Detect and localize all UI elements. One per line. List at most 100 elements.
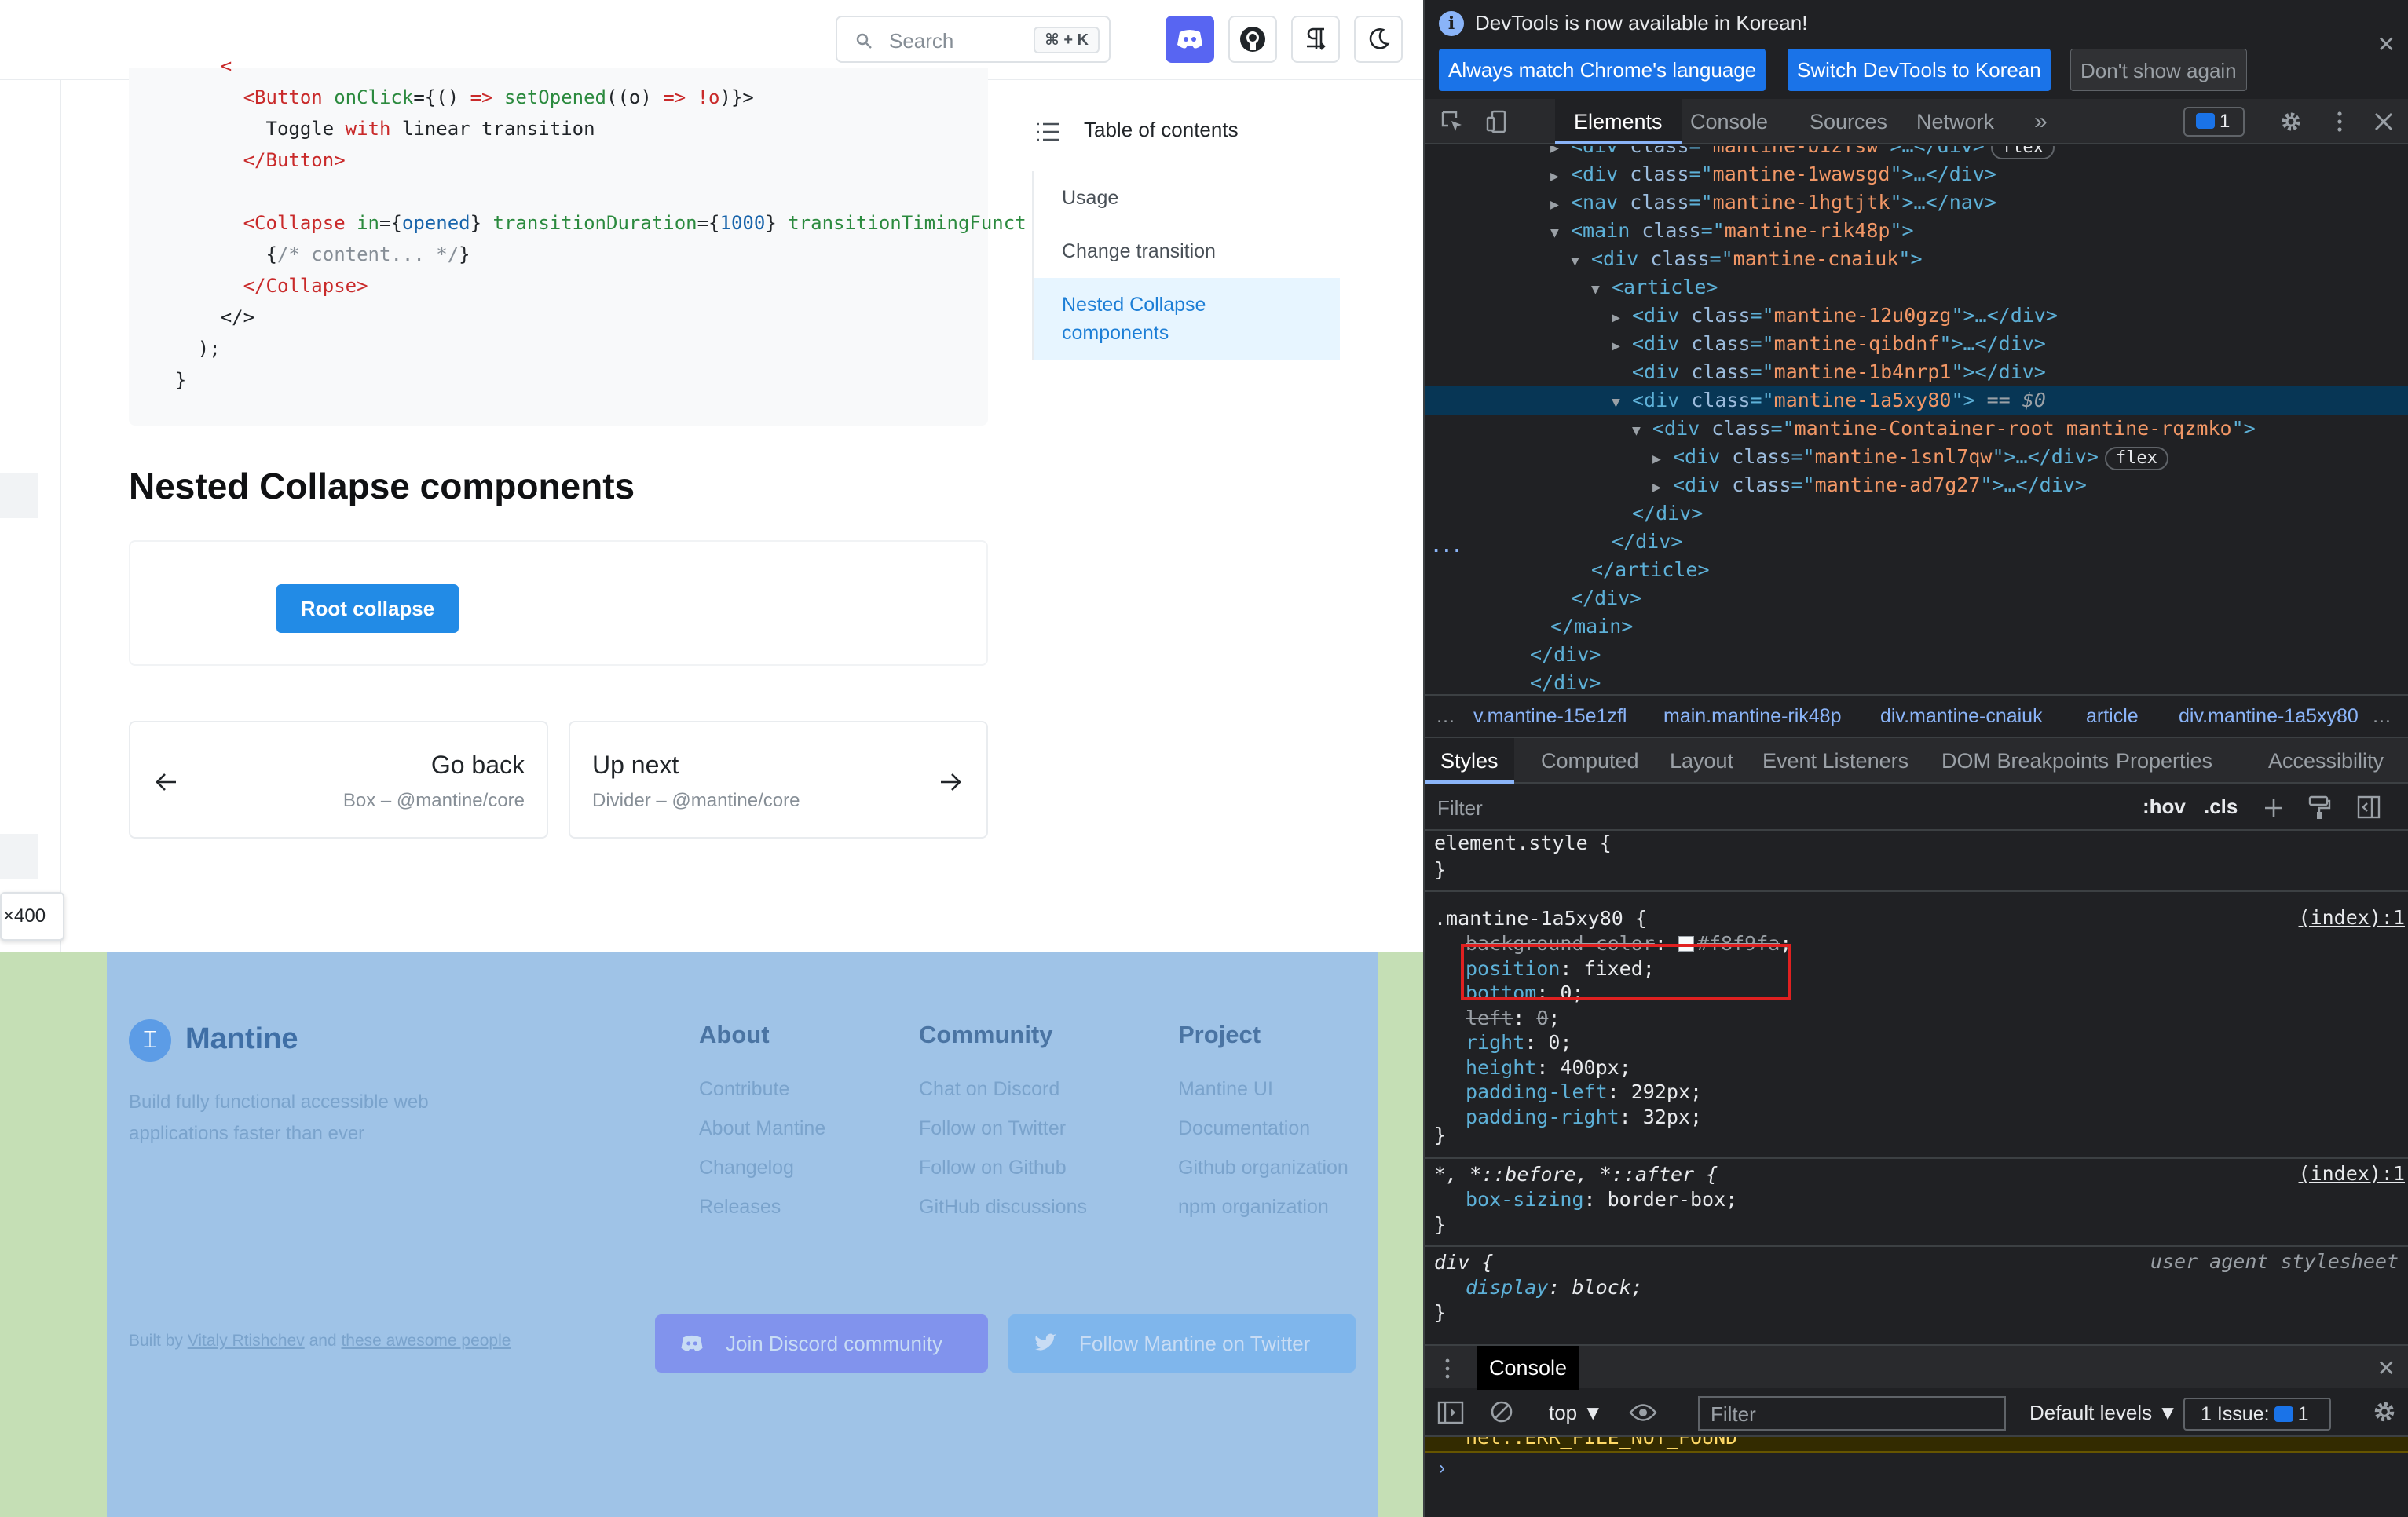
dom-node[interactable]: ▶ <div class="mantine-1wawsgd">…</div> — [1425, 160, 2408, 188]
console-prompt[interactable]: › — [1439, 1457, 1445, 1479]
breadcrumb-item[interactable]: div.mantine-cnaiuk — [1880, 696, 2043, 737]
styles-tab-dom-breakpoints[interactable]: DOM Breakpoints — [1941, 738, 2109, 784]
dom-node[interactable]: ▶ <nav class="mantine-1hgtjtk">…</nav> — [1425, 188, 2408, 217]
dom-node[interactable]: </article> — [1425, 556, 2408, 584]
footer-link[interactable]: Follow on Github — [919, 1148, 1087, 1187]
context-selector[interactable]: top ▼ — [1549, 1401, 1603, 1425]
dom-node[interactable]: ▼ <div class="mantine-cnaiuk"> — [1425, 245, 2408, 273]
css-declaration[interactable]: box-sizing: border-box; — [1466, 1187, 1737, 1212]
styles-tab-event-listeners[interactable]: Event Listeners — [1762, 738, 1908, 784]
navbar-item[interactable] — [0, 834, 38, 879]
styles-tab-styles[interactable]: Styles — [1425, 738, 1514, 784]
styles-tab-accessibility[interactable]: Accessibility — [2268, 738, 2384, 784]
switch-korean-button[interactable]: Switch DevTools to Korean — [1788, 49, 2051, 91]
dom-node[interactable]: ▶ <div class="mantine-qibdnf">…</div> — [1425, 330, 2408, 358]
search-input[interactable]: Search ⌘ + K — [836, 16, 1111, 63]
footer-link[interactable]: Contribute — [699, 1069, 825, 1109]
flex-badge[interactable]: flex — [1990, 146, 2055, 159]
match-language-button[interactable]: Always match Chrome's language — [1439, 49, 1766, 91]
gear-icon[interactable] — [2279, 110, 2303, 133]
dom-node[interactable]: </div> — [1425, 528, 2408, 556]
css-declaration[interactable]: left: 0; — [1466, 1006, 1560, 1031]
plus-icon[interactable] — [2262, 796, 2285, 820]
styles-tab-computed[interactable]: Computed — [1541, 738, 1639, 784]
breadcrumb-item[interactable]: … — [1436, 696, 1455, 737]
breadcrumb-item[interactable]: … — [2372, 696, 2392, 737]
expand-triangle-icon[interactable]: ▶ — [1550, 191, 1571, 219]
footer-link[interactable]: Documentation — [1178, 1109, 1349, 1148]
paint-roller-icon[interactable] — [2307, 795, 2331, 820]
footer-link[interactable]: About Mantine — [699, 1109, 825, 1148]
expand-triangle-icon[interactable]: ▼ — [1571, 247, 1591, 276]
issues-badge[interactable]: 1 — [2183, 107, 2245, 137]
drawer-console-tab[interactable]: Console — [1477, 1346, 1580, 1390]
dom-node[interactable]: </div> — [1425, 499, 2408, 528]
css-declaration[interactable]: padding-right: 32px; — [1466, 1105, 1702, 1130]
css-declaration[interactable]: right: 0; — [1466, 1030, 1572, 1055]
expand-triangle-icon[interactable]: ▶ — [1652, 445, 1673, 473]
inspect-element-icon[interactable] — [1440, 110, 1464, 133]
expand-triangle-icon[interactable]: ▼ — [1550, 219, 1571, 247]
close-devtools-icon[interactable] — [2372, 110, 2395, 133]
more-tabs-icon[interactable]: » — [2034, 99, 2048, 144]
gear-icon[interactable] — [2372, 1399, 2397, 1424]
tab-network[interactable]: Network — [1916, 99, 1994, 144]
expand-triangle-icon[interactable]: ▼ — [1591, 276, 1612, 304]
dom-node[interactable]: ▼ <div class="mantine-Container-root mant… — [1425, 415, 2408, 443]
footer-link[interactable]: Releases — [699, 1187, 825, 1226]
issues-button[interactable]: 1 Issue: 1 — [2183, 1398, 2331, 1431]
navbar-item[interactable] — [0, 473, 38, 518]
prev-page-card[interactable]: Go back Box – @mantine/core — [129, 721, 548, 839]
flex-badge[interactable]: flex — [2104, 447, 2168, 470]
tab-sources[interactable]: Sources — [1810, 99, 1887, 144]
dom-node-selected[interactable]: ▼ <div class="mantine-1a5xy80"> == $0 — [1425, 386, 2408, 415]
rule-source-link[interactable]: (index):1 — [2299, 1162, 2405, 1185]
expand-triangle-icon[interactable]: ▼ — [1632, 417, 1652, 445]
footer-link[interactable]: Github organization — [1178, 1148, 1349, 1187]
dom-node[interactable]: ▶ <div class="mantine-12u0gzg">…</div> — [1425, 302, 2408, 330]
breadcrumb-item[interactable]: div.mantine-1a5xy80 — [2179, 696, 2359, 737]
expand-triangle-icon[interactable]: ▶ — [1652, 473, 1673, 502]
styles-filter-input[interactable]: Filter — [1437, 796, 1483, 821]
expand-triangle-icon[interactable]: ▼ — [1612, 389, 1632, 417]
footer-link[interactable]: GitHub discussions — [919, 1187, 1087, 1226]
dont-show-again-button[interactable]: Don't show again — [2070, 49, 2247, 91]
dom-node[interactable]: ▼ <main class="mantine-rik48p"> — [1425, 217, 2408, 245]
follow-twitter-button[interactable]: Follow Mantine on Twitter — [1008, 1314, 1356, 1373]
dom-node[interactable]: ▶ <div class="mantine-1snl7qw">…</div> fle… — [1425, 443, 2408, 471]
dom-node[interactable]: ▶ <div class="mantine-ad7g27">…</div> — [1425, 471, 2408, 499]
css-declaration[interactable]: height: 400px; — [1466, 1055, 1631, 1080]
hov-toggle[interactable]: :hov — [2143, 795, 2186, 819]
device-toolbar-icon[interactable] — [1486, 110, 1510, 133]
sidebar-toggle-icon[interactable] — [2356, 795, 2381, 820]
expand-triangle-icon[interactable]: ▶ — [1612, 304, 1632, 332]
console-sidebar-icon[interactable] — [1437, 1401, 1464, 1424]
tab-elements[interactable]: Elements — [1555, 99, 1682, 144]
expand-triangle-icon[interactable]: ▶ — [1612, 332, 1632, 360]
next-page-card[interactable]: Up next Divider – @mantine/core — [569, 721, 988, 839]
dom-node[interactable]: <div class="mantine-1b4nrp1"></div> — [1425, 358, 2408, 386]
toc-item[interactable]: Usage — [1034, 171, 1340, 225]
breadcrumb-item[interactable]: main.mantine-rik48p — [1663, 696, 1842, 737]
dom-node[interactable]: </div> — [1425, 669, 2408, 694]
footer-link[interactable]: npm organization — [1178, 1187, 1349, 1226]
breadcrumb-item[interactable]: article — [2086, 696, 2139, 737]
theme-toggle-button[interactable] — [1354, 16, 1403, 63]
dom-node[interactable]: </div> — [1425, 641, 2408, 669]
discord-button[interactable] — [1166, 16, 1214, 63]
footer-link[interactable]: Changelog — [699, 1148, 825, 1187]
footer-link[interactable]: Follow on Twitter — [919, 1109, 1087, 1148]
rule-source-link[interactable]: (index):1 — [2299, 906, 2405, 929]
author-link[interactable]: Vitaly Rtishchev — [188, 1332, 305, 1350]
cls-toggle[interactable]: .cls — [2204, 795, 2238, 819]
expand-triangle-icon[interactable]: ▶ — [1550, 163, 1571, 191]
toc-item[interactable]: Nested Collapse components — [1034, 278, 1340, 360]
styles-tab-properties[interactable]: Properties — [2116, 738, 2212, 784]
rtl-toggle-button[interactable] — [1291, 16, 1340, 63]
dom-node[interactable]: </main> — [1425, 612, 2408, 641]
console-filter-input[interactable]: Filter — [1698, 1396, 2006, 1431]
dom-node-actions[interactable]: ··· — [1431, 542, 1462, 561]
clear-console-icon[interactable] — [1489, 1399, 1514, 1424]
join-discord-button[interactable]: Join Discord community — [655, 1314, 988, 1373]
css-declaration[interactable]: padding-left: 292px; — [1466, 1080, 1702, 1105]
